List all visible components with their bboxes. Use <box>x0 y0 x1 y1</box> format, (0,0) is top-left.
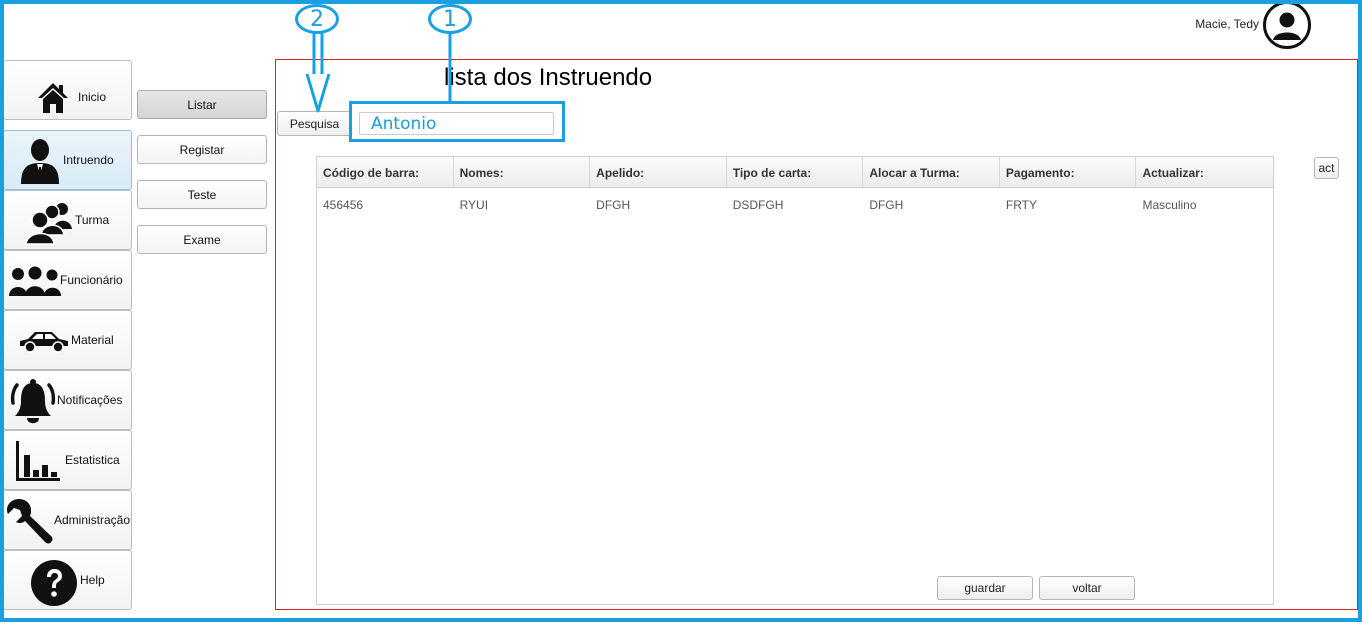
students-table: Código de barra: Nomes: Apelido: Tipo de… <box>316 156 1274 605</box>
nav-item-material[interactable]: Material <box>3 310 132 370</box>
table-cell: DFGH <box>596 198 631 212</box>
search-input[interactable]: Antonio <box>359 112 554 135</box>
column-header[interactable]: Apelido: <box>590 157 727 188</box>
search-highlight-box: Antonio <box>349 101 565 142</box>
bar-chart-icon <box>16 441 60 481</box>
student-icon <box>21 139 59 184</box>
subnav-registar-button[interactable]: Registar <box>137 135 267 164</box>
nav-item-funcionario[interactable]: Funcionário <box>3 250 132 310</box>
user-name: Macie, Tedy <box>1195 17 1259 31</box>
back-button[interactable]: voltar <box>1039 576 1135 600</box>
column-header[interactable]: Tipo de carta: <box>727 157 864 188</box>
table-header: Código de barra: Nomes: Apelido: Tipo de… <box>317 157 1273 188</box>
nav-item-intruendo[interactable]: Intruendo <box>3 130 132 190</box>
staff-icon <box>9 266 61 296</box>
nav-item-inicio[interactable]: Inicio <box>3 60 132 120</box>
table-cell: DSDFGH <box>732 198 784 212</box>
nav-label: Administração <box>54 513 131 527</box>
subnav-teste-button[interactable]: Teste <box>137 180 267 209</box>
home-icon <box>38 83 68 113</box>
table-cell: FRTY <box>1005 198 1038 212</box>
help-icon <box>31 560 77 606</box>
column-header[interactable]: Alocar a Turma: <box>863 157 1000 188</box>
column-header[interactable]: Pagamento: <box>1000 157 1137 188</box>
nav-label: Estatistica <box>65 453 120 467</box>
nav-label: Help <box>80 573 105 587</box>
nav-label: Turma <box>75 213 110 227</box>
nav-label: Material <box>71 333 114 347</box>
table-row[interactable]: 456456 RYUI DFGH DSDFGH DFGH FRTY Mascul… <box>317 189 1273 221</box>
nav-item-help[interactable]: Help <box>3 550 132 610</box>
nav-label: Intruendo <box>63 153 114 167</box>
table-cell: DFGH <box>869 198 904 212</box>
table-cell: RYUI <box>459 198 489 212</box>
table-cell: Masculino <box>1142 198 1197 212</box>
act-button[interactable]: act <box>1314 157 1339 179</box>
group-icon <box>25 203 72 245</box>
annotation-step-2: 2 <box>295 4 339 34</box>
search-button[interactable]: Pesquisa <box>277 111 352 136</box>
table-cell: 456456 <box>323 198 364 212</box>
column-header[interactable]: Actualizar: <box>1136 157 1273 188</box>
subnav-exame-button[interactable]: Exame <box>137 225 267 254</box>
nav-item-estatistica[interactable]: Estatistica <box>3 430 132 490</box>
nav-item-notificacoes[interactable]: Notificações <box>3 370 132 430</box>
nav-item-turma[interactable]: Turma <box>3 190 132 250</box>
nav-item-administracao[interactable]: Administração <box>3 490 132 550</box>
nav-label: Funcionário <box>60 273 123 287</box>
annotation-step-1: 1 <box>428 4 472 34</box>
wrench-icon <box>7 499 53 544</box>
save-button[interactable]: guardar <box>937 576 1033 600</box>
subnav-listar-button[interactable]: Listar <box>137 90 267 119</box>
user-avatar-icon[interactable] <box>1263 1 1311 49</box>
column-header[interactable]: Nomes: <box>454 157 591 188</box>
nav-label: Notificações <box>57 393 123 407</box>
nav-label: Inicio <box>78 90 107 104</box>
column-header[interactable]: Código de barra: <box>317 157 454 188</box>
car-icon <box>20 332 68 353</box>
bell-icon <box>10 379 56 424</box>
